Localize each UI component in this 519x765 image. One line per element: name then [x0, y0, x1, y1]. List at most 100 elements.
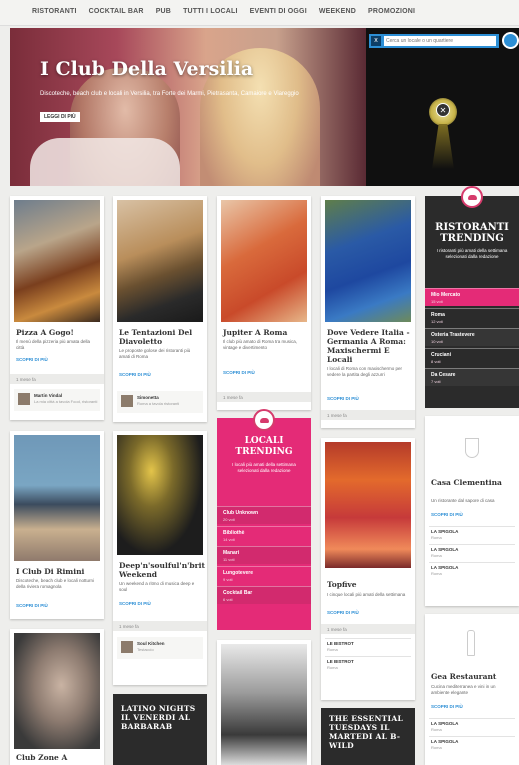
close-icon[interactable]: x	[371, 36, 381, 46]
nav-item-weekend[interactable]: WEEKEND	[319, 8, 356, 15]
trending-row[interactable]: Roma 12 voti	[425, 308, 519, 326]
trending-row[interactable]: Mio Mercato 15 voti	[425, 288, 519, 306]
trending-row[interactable]: Club Unknown 20 voti	[217, 506, 311, 524]
card-title[interactable]: Casa Clementina	[431, 478, 502, 487]
list-item-detail: Roma	[431, 745, 442, 750]
promo-latino[interactable]: LATINO NIGHTS IL VENERDI AL BARBARAB	[113, 694, 207, 765]
card-title[interactable]: Topfive	[327, 580, 357, 589]
card-title[interactable]: Club Zone A	[16, 753, 67, 762]
card-link[interactable]: SCOPRI DI PIÙ	[16, 357, 48, 362]
trending-row[interactable]: Bibliothè 14 voti	[217, 526, 311, 544]
trending-row-name: Osteria Trastevere	[431, 332, 475, 338]
card-author[interactable]: Simonetta Roma a tavola ristoranti	[117, 391, 203, 413]
list-item[interactable]: LE BISTROT Roma	[325, 638, 411, 654]
list-item-detail: Roma	[431, 727, 442, 732]
list-item-detail: Roma	[431, 571, 442, 576]
card-title[interactable]: Dove Vedere Italia - Germania A Roma: Ma…	[327, 328, 415, 364]
avatar	[18, 393, 30, 405]
card-image	[14, 633, 100, 749]
hero-banner[interactable]: I Club Della Versilia Discoteche, beach …	[10, 28, 366, 186]
trending-row[interactable]: Cocktail Bar 6 voti	[217, 586, 311, 604]
card-jupiter[interactable]: Jupiter A Roma Il club più amato di Roma…	[217, 196, 311, 410]
trending-row-count: 11 voti	[223, 557, 235, 562]
top-navigation: RISTORANTI COCKTAIL BAR PUB TUTTI I LOCA…	[0, 0, 519, 26]
search-input[interactable]	[384, 36, 496, 46]
card-deep[interactable]: Deep'n'soulful'n'brit Weekend Un weekend…	[113, 431, 207, 685]
search-icon[interactable]	[502, 32, 519, 49]
list-item[interactable]: LA SPIGOLA Roma	[429, 526, 515, 542]
card-image	[325, 200, 411, 322]
promo-essential[interactable]: THE ESSENTIAL TUESDAYS IL MARTEDI AL B-W…	[321, 708, 415, 765]
ristoranti-trending-panel: RISTORANTI TRENDING I ristoranti più ama…	[425, 196, 519, 408]
card-rimini[interactable]: I Club Di Rimini Discoteche, beach club …	[10, 431, 104, 619]
trending-row[interactable]: Osteria Trastevere 10 voti	[425, 328, 519, 346]
author-name: Simonetta	[137, 395, 159, 400]
avatar	[121, 641, 133, 653]
author-subtitle: La mia città a tavola Food, ristoranti	[34, 399, 98, 404]
card-description: Un weekend a ritmo di musica deep e soul	[119, 581, 195, 592]
trending-subtitle: I locali più amati della settimana selez…	[232, 462, 296, 473]
avatar	[121, 395, 133, 407]
card-title[interactable]: Le Tentazioni Del Diavoletto	[119, 328, 207, 346]
nav-item-pub[interactable]: PUB	[156, 8, 171, 15]
list-item[interactable]: LE BISTROT Roma	[325, 656, 411, 672]
trending-row[interactable]: Manari 11 voti	[217, 546, 311, 564]
card-image	[221, 200, 307, 322]
card-image	[429, 618, 515, 674]
trending-row-name: Club Unknown	[223, 510, 258, 516]
card-author[interactable]: Martin Vindal La mia città a tavola Food…	[14, 389, 100, 411]
nav-item-promozioni[interactable]: PROMOZIONI	[368, 8, 415, 15]
list-item[interactable]: LA SPIGOLA Roma	[429, 718, 515, 734]
card-title[interactable]: Pizza A Gogo!	[16, 328, 74, 337]
card-title[interactable]: I Club Di Rimini	[16, 567, 84, 576]
trending-row-count: 7 voti	[431, 379, 441, 384]
nav-item-ristoranti[interactable]: RISTORANTI	[32, 8, 77, 15]
cutlery-icon	[461, 186, 483, 208]
card-link[interactable]: SCOPRI DI PIÙ	[431, 704, 463, 709]
trending-row[interactable]: Cruciani 8 voti	[425, 348, 519, 366]
list-item[interactable]: LA SPIGOLA Roma	[429, 562, 515, 578]
promo-title: THE ESSENTIAL TUESDAYS IL MARTEDI AL B-W…	[329, 714, 404, 750]
trending-row[interactable]: Lungotevere 9 voti	[217, 566, 311, 584]
list-item-name: LA SPIGOLA	[431, 547, 459, 552]
cutlery-icon	[253, 409, 275, 431]
card-pizza[interactable]: Pizza A Gogo! Il menù della pizzeria più…	[10, 196, 104, 420]
list-item[interactable]: LA SPIGOLA Roma	[429, 736, 515, 752]
nav-item-eventi-di-oggi[interactable]: EVENTI DI OGGI	[250, 8, 307, 15]
hero-title: I Club Della Versilia	[40, 58, 254, 80]
card-casa-clementina[interactable]: Casa Clementina Un ristorante dal sapore…	[425, 416, 519, 606]
list-item-name: LE BISTROT	[327, 659, 354, 664]
card-image	[429, 420, 515, 480]
card-title[interactable]: Gea Restaurant	[431, 672, 496, 681]
trending-row-name: Lungotevere	[223, 570, 254, 576]
card-vedere[interactable]: Dove Vedere Italia - Germania A Roma: Ma…	[321, 196, 415, 428]
card-link[interactable]: SCOPRI DI PIÙ	[223, 370, 255, 375]
card-image	[117, 435, 203, 555]
hero-read-more-button[interactable]: LEGGI DI PIÙ	[40, 112, 80, 122]
list-item-name: LA SPIGOLA	[431, 565, 459, 570]
list-item-detail: Roma	[431, 535, 442, 540]
card-link[interactable]: SCOPRI DI PIÙ	[119, 601, 151, 606]
card-gea-restaurant[interactable]: Gea Restaurant Cucina mediterranea e vin…	[425, 614, 519, 765]
trending-row[interactable]: Da Cesare 7 voti	[425, 368, 519, 386]
card-tentazioni[interactable]: Le Tentazioni Del Diavoletto Le proposte…	[113, 196, 207, 422]
card-topfive[interactable]: Topfive I cinque locali più amati della …	[321, 438, 415, 700]
nav-item-cocktail-bar[interactable]: COCKTAIL BAR	[89, 8, 144, 15]
card-author[interactable]: Soul Kitchen Testaccio	[117, 637, 203, 659]
card-club[interactable]: Club Zone A	[10, 629, 104, 765]
card-link[interactable]: SCOPRI DI PIÙ	[431, 512, 463, 517]
nav-item-tutti-i-locali[interactable]: TUTTI I LOCALI	[183, 8, 238, 15]
hero-photo-shirt	[30, 138, 180, 186]
search-bar: x	[369, 34, 499, 48]
card-title[interactable]: Jupiter A Roma	[223, 328, 287, 337]
card-meta: 1 mese fa	[113, 621, 207, 631]
list-item[interactable]: LA SPIGOLA Roma	[429, 544, 515, 560]
card-link[interactable]: SCOPRI DI PIÙ	[119, 372, 151, 377]
card-group-photo[interactable]	[217, 640, 311, 765]
card-title[interactable]: Deep'n'soulful'n'brit Weekend	[119, 561, 207, 579]
card-link[interactable]: SCOPRI DI PIÙ	[327, 610, 359, 615]
card-link[interactable]: SCOPRI DI PIÙ	[16, 603, 48, 608]
card-link[interactable]: SCOPRI DI PIÙ	[327, 396, 359, 401]
glass-icon	[465, 438, 479, 458]
play-icon[interactable]: ✕	[436, 103, 450, 117]
